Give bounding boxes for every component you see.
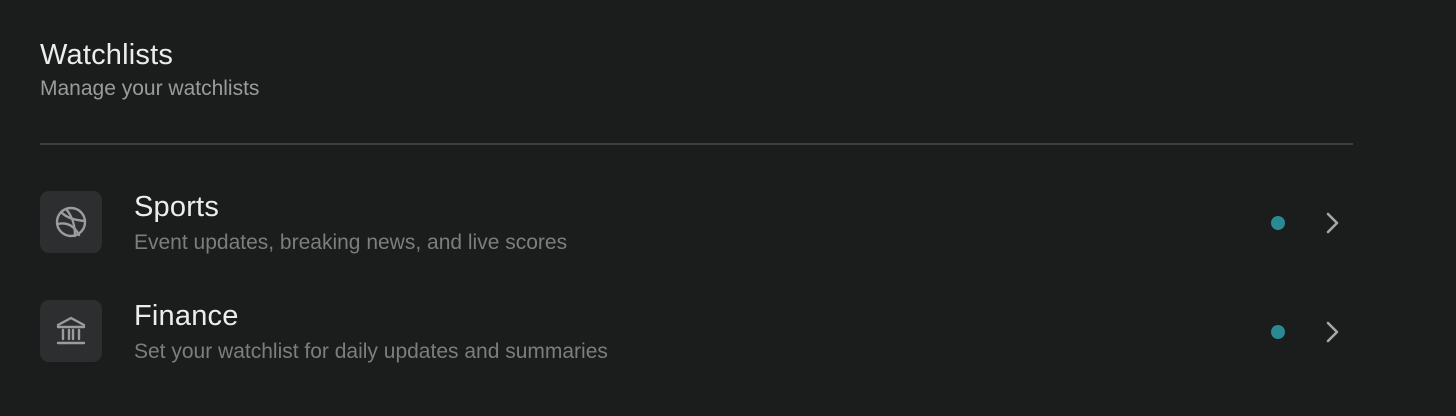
divider xyxy=(40,143,1353,145)
watchlists-panel: Watchlists Manage your watchlists Sports… xyxy=(0,0,1456,416)
watchlist-icon-tile xyxy=(40,191,102,253)
header: Watchlists Manage your watchlists xyxy=(40,38,259,102)
page-title: Watchlists xyxy=(40,39,174,71)
watchlist-item-sports[interactable]: Sports Event updates, breaking news, and… xyxy=(40,191,1353,255)
chevron-right-icon[interactable] xyxy=(1322,210,1342,236)
chevron-right-icon[interactable] xyxy=(1322,319,1342,345)
status-dot xyxy=(1271,216,1285,230)
status-dot xyxy=(1271,325,1285,339)
watchlist-title: Finance xyxy=(134,300,239,332)
basketball-icon xyxy=(55,206,87,238)
bank-icon xyxy=(56,316,86,345)
watchlist-text: Sports Event updates, breaking news, and… xyxy=(134,191,567,256)
watchlist-text: Finance Set your watchlist for daily upd… xyxy=(134,300,608,365)
watchlist-description: Set your watchlist for daily updates and… xyxy=(134,340,608,363)
watchlist-item-finance[interactable]: Finance Set your watchlist for daily upd… xyxy=(40,300,1353,364)
page-subtitle: Manage your watchlists xyxy=(40,77,260,100)
watchlist-title: Sports xyxy=(134,191,220,223)
watchlist-description: Event updates, breaking news, and live s… xyxy=(134,231,568,254)
watchlist-icon-tile xyxy=(40,300,102,362)
